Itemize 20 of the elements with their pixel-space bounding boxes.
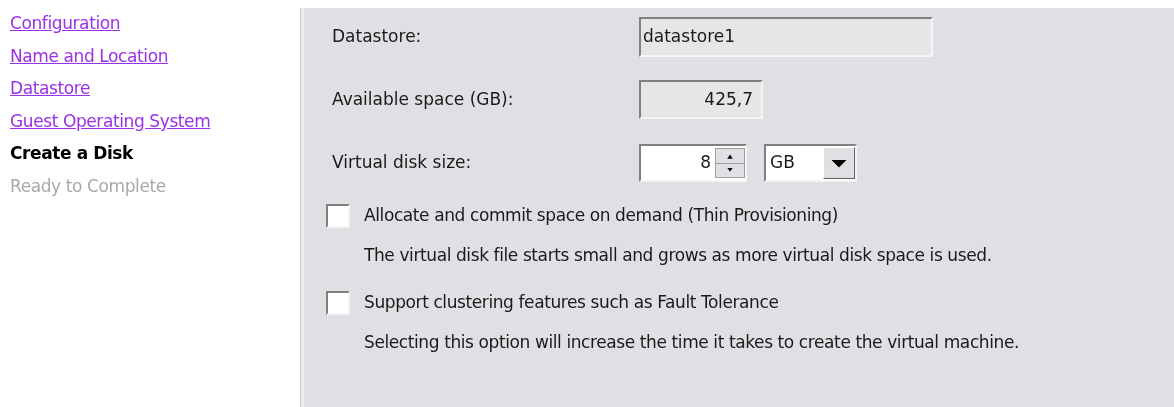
wizard-step[interactable]: Name and Location [10, 40, 300, 73]
checkbox-label[interactable]: Allocate and commit space on demand (Thin Provisioning) [364, 203, 838, 229]
wizard-step: Ready to Complete [10, 170, 300, 203]
checkbox-label[interactable]: Support clustering features such as Fault Tolerance [364, 290, 779, 316]
option-description: The virtual disk file starts small and grows as more virtual disk space is used. [364, 243, 993, 267]
wizard-step[interactable]: Configuration [10, 8, 300, 41]
unit-dropdown[interactable]: GB [764, 144, 857, 182]
option-description: Selecting this option will increase the time it takes to create the virtual machine. [364, 330, 1020, 354]
field-label: Available space (GB): [332, 87, 515, 111]
available-space-field: 425,7 [639, 80, 763, 119]
disk-size-spinner[interactable]: 8 [639, 144, 747, 182]
datastore-field: datastore1 [639, 17, 933, 57]
field-label: Virtual disk size: [332, 151, 473, 175]
wizard-step: Create a Disk [10, 138, 300, 171]
wizard-step[interactable]: Datastore [10, 73, 300, 106]
checkbox[interactable] [326, 290, 350, 315]
field-label: Datastore: [332, 25, 423, 49]
spin-arrows-icon[interactable] [715, 148, 745, 178]
wizard-step[interactable]: Guest Operating System [10, 105, 300, 138]
checkbox[interactable] [326, 203, 350, 228]
